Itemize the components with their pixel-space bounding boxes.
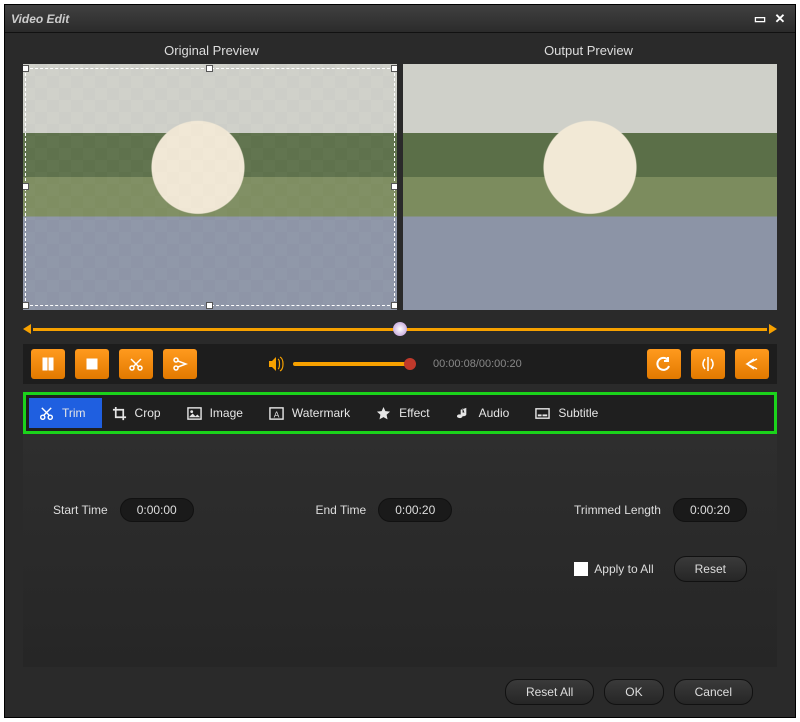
output-preview-label: Output Preview xyxy=(400,39,777,64)
panel-bottom-row: Apply to All Reset xyxy=(53,556,747,582)
svg-text:A: A xyxy=(274,409,280,419)
cancel-button[interactable]: Cancel xyxy=(674,679,753,705)
crop-selection[interactable] xyxy=(25,68,395,306)
tab-label: Effect xyxy=(399,406,429,420)
ok-button[interactable]: OK xyxy=(604,679,663,705)
preview-image xyxy=(403,64,777,310)
timeline-start-marker[interactable] xyxy=(23,324,31,334)
window-title: Video Edit xyxy=(11,12,69,26)
tab-subtitle[interactable]: Subtitle xyxy=(525,398,614,428)
original-preview[interactable] xyxy=(23,64,397,310)
dialog-footer: Reset All OK Cancel xyxy=(23,667,777,705)
trimmed-length-label: Trimmed Length xyxy=(574,503,661,517)
tab-label: Audio xyxy=(479,406,510,420)
image-icon xyxy=(187,406,202,421)
tab-label: Trim xyxy=(62,406,86,420)
reset-button[interactable]: Reset xyxy=(674,556,747,582)
end-time-label: End Time xyxy=(316,503,367,517)
timeline-end-marker[interactable] xyxy=(769,324,777,334)
timeline[interactable] xyxy=(23,320,777,338)
subtitle-icon xyxy=(535,406,550,421)
speed-button[interactable] xyxy=(735,349,769,379)
tab-image[interactable]: Image xyxy=(177,398,259,428)
scissors-icon xyxy=(39,406,54,421)
crop-icon xyxy=(112,406,127,421)
checkbox-icon[interactable] xyxy=(574,562,588,576)
video-edit-window: Video Edit ▭ ✕ Original Preview Output P… xyxy=(4,4,796,718)
window-controls: ▭ ✕ xyxy=(751,12,789,26)
tool-tabs-highlight: Trim Crop Image A Watermark Effect xyxy=(23,392,777,434)
close-icon[interactable]: ✕ xyxy=(771,12,789,26)
music-note-icon xyxy=(456,406,471,421)
crop-handle[interactable] xyxy=(23,65,29,72)
maximize-icon[interactable]: ▭ xyxy=(751,12,769,26)
tab-effect[interactable]: Effect xyxy=(366,398,445,428)
tab-label: Watermark xyxy=(292,406,350,420)
time-display: 00:00:08/00:00:20 xyxy=(433,358,522,370)
crop-handle[interactable] xyxy=(23,302,29,309)
crop-handle[interactable] xyxy=(391,302,397,309)
apply-to-all-checkbox[interactable]: Apply to All xyxy=(574,562,653,576)
cut-right-button[interactable] xyxy=(163,349,197,379)
reset-all-button[interactable]: Reset All xyxy=(505,679,594,705)
apply-to-all-label: Apply to All xyxy=(594,562,653,576)
start-time-label: Start Time xyxy=(53,503,108,517)
cut-button[interactable] xyxy=(119,349,153,379)
crop-handle[interactable] xyxy=(206,65,213,72)
volume-knob[interactable] xyxy=(404,358,416,370)
tab-crop[interactable]: Crop xyxy=(102,398,177,428)
volume-slider[interactable] xyxy=(293,362,413,366)
trimmed-length-value: 0:00:20 xyxy=(673,498,747,522)
preview-row xyxy=(23,64,777,310)
content-area: Original Preview Output Preview xyxy=(5,33,795,717)
end-time-value[interactable]: 0:00:20 xyxy=(378,498,452,522)
preview-labels: Original Preview Output Preview xyxy=(23,39,777,64)
start-time-field: Start Time 0:00:00 xyxy=(53,498,194,522)
stop-button[interactable] xyxy=(75,349,109,379)
star-icon xyxy=(376,406,391,421)
tab-label: Image xyxy=(210,406,243,420)
tab-label: Subtitle xyxy=(558,406,598,420)
tab-audio[interactable]: Audio xyxy=(446,398,526,428)
trim-panel: Start Time 0:00:00 End Time 0:00:20 Trim… xyxy=(23,434,777,667)
volume-control: 00:00:08/00:00:20 xyxy=(267,355,522,373)
trim-fields: Start Time 0:00:00 End Time 0:00:20 Trim… xyxy=(53,498,747,522)
tab-trim[interactable]: Trim xyxy=(29,398,102,428)
mirror-button[interactable] xyxy=(691,349,725,379)
undo-button[interactable] xyxy=(647,349,681,379)
playback-controls: 00:00:08/00:00:20 xyxy=(23,344,777,384)
end-time-field: End Time 0:00:20 xyxy=(316,498,453,522)
crop-handle[interactable] xyxy=(23,183,29,190)
original-preview-label: Original Preview xyxy=(23,39,400,64)
crop-handle[interactable] xyxy=(391,65,397,72)
trimmed-length-field: Trimmed Length 0:00:20 xyxy=(574,498,747,522)
crop-handle[interactable] xyxy=(206,302,213,309)
tool-tabs: Trim Crop Image A Watermark Effect xyxy=(29,398,771,428)
titlebar: Video Edit ▭ ✕ xyxy=(5,5,795,33)
start-time-value[interactable]: 0:00:00 xyxy=(120,498,194,522)
timeline-playhead[interactable] xyxy=(393,322,407,336)
output-preview xyxy=(403,64,777,310)
pause-button[interactable] xyxy=(31,349,65,379)
volume-icon[interactable] xyxy=(267,355,285,373)
watermark-icon: A xyxy=(269,406,284,421)
crop-handle[interactable] xyxy=(391,183,397,190)
tab-label: Crop xyxy=(135,406,161,420)
tab-watermark[interactable]: A Watermark xyxy=(259,398,366,428)
